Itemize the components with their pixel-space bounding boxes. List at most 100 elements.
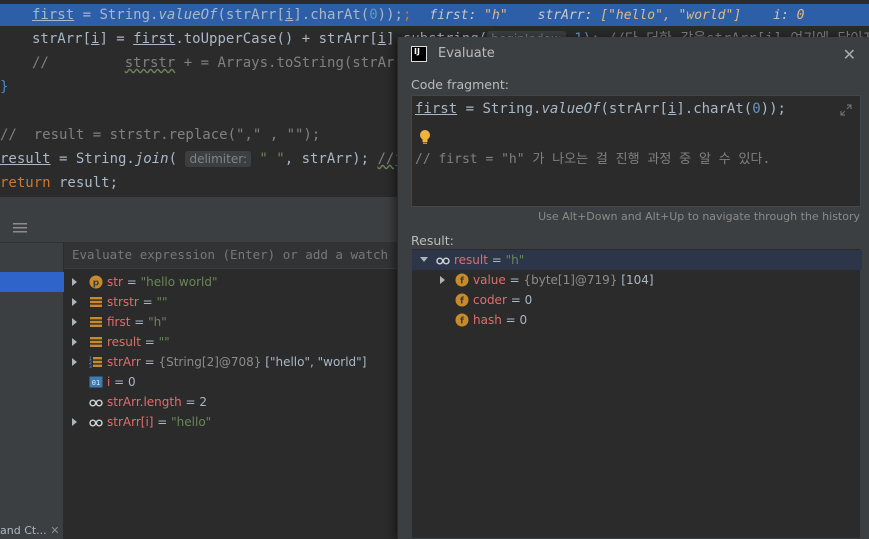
variable-value: "hello world" (140, 275, 218, 289)
result-root-row[interactable]: result = "h" (412, 250, 860, 270)
result-value: "h" (505, 253, 525, 267)
result-text: coder = 0 (473, 290, 532, 310)
variable-equals: = (181, 395, 200, 409)
variable-equals: = (130, 315, 149, 329)
variable-name: first (107, 315, 131, 329)
variable-row[interactable]: 01 i = 0 (64, 372, 394, 392)
variable-row[interactable]: strArr[i] = "hello" (64, 412, 394, 432)
variable-equals: = (110, 375, 129, 389)
dialog-title-bar[interactable]: IJ Evaluate ✕ (398, 37, 869, 71)
code-token: = String. (74, 7, 159, 23)
frames-list[interactable]: and Ct... ✕ (0, 243, 64, 539)
result-value: 0 (524, 293, 533, 307)
chevron-right-icon[interactable] (72, 418, 77, 426)
result-value: [104] (621, 273, 654, 287)
field-list-icon (90, 317, 102, 327)
lightbulb-icon[interactable] (419, 129, 431, 145)
variable-row[interactable]: strstr = "" (64, 292, 394, 312)
result-name: hash (473, 313, 502, 327)
code-token: join (134, 151, 169, 167)
code-string: " " (251, 151, 285, 167)
result-equals: = (506, 293, 525, 307)
variable-text: strArr = {String[2]@708} ["hello", "worl… (107, 352, 366, 372)
code-line[interactable]: // result = strstr.replace("," , ""); (0, 124, 320, 146)
field-list-icon (90, 337, 102, 347)
result-tree[interactable]: result = "h" f value = {byte[1]@719} [104]… (411, 248, 862, 539)
variable-name: strArr (107, 355, 141, 369)
chevron-right-icon[interactable] (72, 318, 77, 326)
primitive-icon: 01 (89, 376, 103, 388)
variable-row[interactable]: first = "h" (64, 312, 394, 332)
code-line[interactable]: // strstr + = Arrays.toString(strArr[i (0, 52, 420, 74)
code-token: )); (377, 7, 403, 23)
layout-settings-icon[interactable] (12, 221, 28, 235)
variable-row[interactable]: p str = "hello world" (64, 272, 394, 292)
frames-tab-label[interactable]: and Ct... ✕ (0, 524, 59, 537)
variable-row[interactable]: strArr.length = 2 (64, 392, 394, 412)
chevron-right-icon[interactable] (72, 278, 77, 286)
code-token: i (377, 31, 387, 47)
code-line[interactable]: result = String.join( delimiter: " ", st… (0, 148, 428, 170)
code-fragment-label: Code fragment: (411, 77, 510, 92)
code-comment: + = Arrays.toString(strArr[i (175, 55, 420, 71)
variable-text: i = 0 (107, 372, 136, 392)
variable-row[interactable]: 1 2 3 strArr = {String[2]@708} ["hello", "w… (64, 352, 394, 372)
code-token: strArr[ (32, 31, 92, 47)
result-name: result (454, 253, 488, 267)
variable-row[interactable]: result = "" (64, 332, 394, 352)
chevron-right-icon[interactable] (72, 298, 77, 306)
code-line[interactable]: return result; (0, 172, 118, 194)
variable-name: result (107, 335, 141, 349)
code-line-current[interactable]: first = String.valueOf(strArr[i].charAt(… (0, 4, 869, 26)
variable-text: result = "" (107, 332, 170, 352)
inline-debug-value: i: 0 (773, 8, 805, 23)
watch-glasses-icon (436, 257, 450, 265)
variable-equals: = (153, 415, 172, 429)
code-token: ( (168, 151, 186, 167)
variable-name: strstr (107, 295, 139, 309)
variable-text: strArr[i] = "hello" (107, 412, 211, 432)
variable-text: first = "h" (107, 312, 167, 332)
variable-name: strArr[i] (107, 415, 154, 429)
history-hint: Use Alt+Down and Alt+Up to navigate thro… (538, 210, 860, 223)
result-field-row[interactable]: f hash = 0 (412, 310, 860, 330)
svg-text:f: f (460, 277, 464, 287)
svg-text:01: 01 (92, 379, 100, 387)
param-icon: p (89, 275, 103, 289)
code-comment: strstr (124, 55, 176, 71)
variable-value: "" (158, 335, 170, 349)
watch-glasses-icon (89, 419, 103, 427)
selected-frame[interactable] (0, 272, 64, 292)
variable-equals: = (138, 295, 157, 309)
svg-text:f: f (460, 317, 464, 327)
field-icon: f (455, 273, 469, 287)
chevron-right-icon[interactable] (72, 358, 77, 366)
chevron-right-icon[interactable] (440, 276, 445, 284)
variable-value: 0 (128, 375, 136, 389)
watch-glasses-icon (89, 399, 103, 407)
result-field-row[interactable]: f coder = 0 (412, 290, 860, 310)
variable-value: ["hello", "world"] (265, 355, 367, 369)
variable-equals: = (140, 335, 159, 349)
chevron-right-icon[interactable] (72, 338, 77, 346)
result-text: result = "h" (454, 250, 524, 270)
expand-icon[interactable] (840, 104, 852, 116)
field-icon: f (455, 313, 469, 327)
field-list-icon (90, 297, 102, 307)
variable-text: strstr = "" (107, 292, 168, 312)
close-icon[interactable]: ✕ (843, 45, 856, 64)
code-line[interactable]: } (0, 76, 8, 98)
param-hint: delimiter: (185, 151, 251, 167)
result-field-row[interactable]: f value = {byte[1]@719} [104] (412, 270, 860, 290)
code-fragment-editor[interactable]: first = String.valueOf(strArr[i].charAt(… (411, 95, 861, 207)
array-icon: 123 (89, 356, 102, 369)
variable-text: str = "hello world" (107, 272, 217, 292)
variable-ref: {String[2]@708} (158, 355, 266, 369)
code-token: 0 (369, 7, 378, 23)
result-equals: = (505, 273, 524, 287)
chevron-down-icon[interactable] (420, 257, 428, 262)
result-name: value (473, 273, 506, 287)
fragment-code-line[interactable]: first = String.valueOf(strArr[i].charAt(… (415, 101, 786, 117)
evaluate-dialog: IJ Evaluate ✕ Code fragment: first = Str… (397, 37, 869, 539)
result-name: coder (473, 293, 507, 307)
